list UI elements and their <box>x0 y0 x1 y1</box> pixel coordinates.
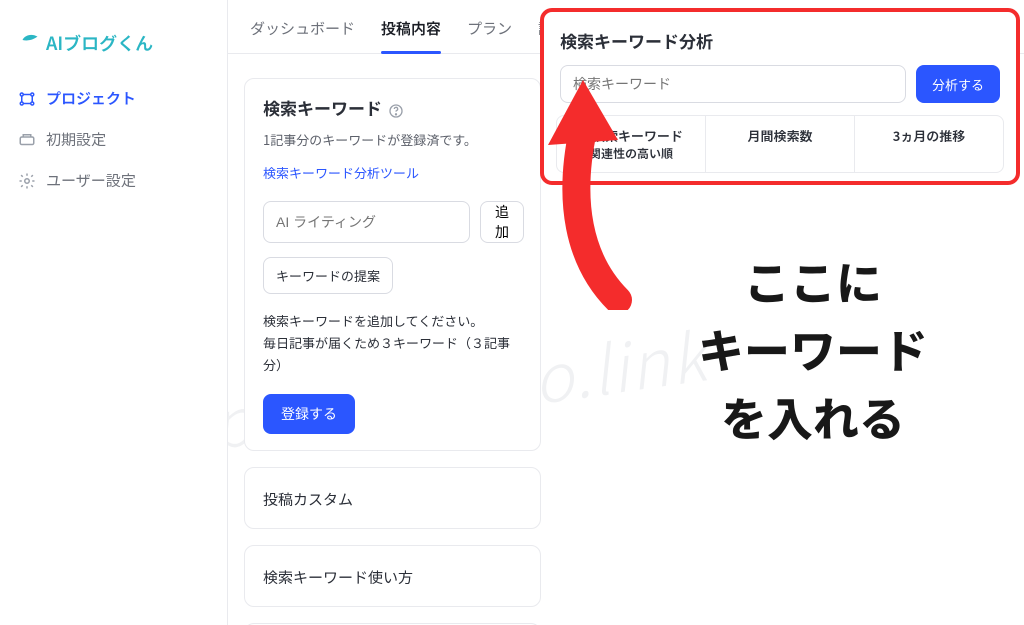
analysis-col-trend[interactable]: 3ヵ月の推移 <box>854 116 1003 172</box>
sidebar-item-label: ユーザー設定 <box>46 170 136 191</box>
col-label: ↓検索キーワード <box>579 126 683 145</box>
card-subtitle: 1記事分のキーワードが登録済です。 <box>263 130 522 149</box>
callout-line: ここに <box>618 250 1008 312</box>
analysis-table-header: ↓検索キーワード 関連性の高い順 月間検索数 3ヵ月の推移 <box>556 115 1004 173</box>
callout-text: ここに キーワード を入れる <box>618 250 1008 448</box>
gear-icon <box>18 172 36 190</box>
callout-line: キーワード <box>618 318 1008 380</box>
card-label: 検索キーワード使い方 <box>263 567 413 588</box>
post-custom-card[interactable]: 投稿カスタム <box>244 467 541 529</box>
keyword-hint: 検索キーワードを追加してください。 毎日記事が届くため３キーワード（３記事分） <box>263 310 522 376</box>
settings-slider-icon <box>18 131 36 149</box>
card-title: 検索キーワード <box>263 95 382 120</box>
sidebar-item-label: プロジェクト <box>46 88 136 109</box>
analysis-keyword-input[interactable] <box>560 65 906 103</box>
sidebar-item-user-settings[interactable]: ユーザー設定 <box>0 160 227 201</box>
project-icon <box>18 90 36 108</box>
col-sublabel: 関連性の高い順 <box>563 145 699 162</box>
analysis-col-relevance[interactable]: ↓検索キーワード 関連性の高い順 <box>557 116 705 172</box>
tab-dashboard[interactable]: ダッシュボード <box>250 18 355 53</box>
sidebar-item-initial-settings[interactable]: 初期設定 <box>0 119 227 160</box>
callout-line: を入れる <box>618 386 1008 448</box>
register-button[interactable]: 登録する <box>263 394 355 434</box>
logo-text: AIブログくん <box>46 30 153 56</box>
app-logo: AIブログくん <box>0 0 227 78</box>
hint-line: 毎日記事が届くため３キーワード（３記事分） <box>263 333 510 374</box>
main-column: 検索キーワード 1記事分のキーワードが登録済です。 検索キーワード分析ツール 追… <box>228 60 553 625</box>
search-keyword-card: 検索キーワード 1記事分のキーワードが登録済です。 検索キーワード分析ツール 追… <box>244 78 541 451</box>
analysis-tool-link[interactable]: 検索キーワード分析ツール <box>263 163 419 182</box>
analyze-button[interactable]: 分析する <box>916 65 1000 103</box>
hint-line: 検索キーワードを追加してください。 <box>263 311 483 330</box>
tab-plan[interactable]: プラン <box>467 18 512 53</box>
tab-post-content[interactable]: 投稿内容 <box>381 18 441 53</box>
suggest-keyword-chip[interactable]: キーワードの提案 <box>263 257 393 294</box>
logo-icon <box>20 30 40 56</box>
sidebar-item-label: 初期設定 <box>46 129 106 150</box>
keyword-usage-card[interactable]: 検索キーワード使い方 <box>244 545 541 607</box>
analysis-col-monthly[interactable]: 月間検索数 <box>705 116 854 172</box>
analysis-title: 検索キーワード分析 <box>560 28 1000 53</box>
sidebar-item-project[interactable]: プロジェクト <box>0 78 227 119</box>
keyword-analysis-panel: 検索キーワード分析 分析する ↓検索キーワード 関連性の高い順 月間検索数 3ヵ… <box>540 8 1020 185</box>
card-label: 投稿カスタム <box>263 489 353 510</box>
add-keyword-button[interactable]: 追加 <box>480 201 524 243</box>
help-icon[interactable] <box>388 100 404 116</box>
keyword-input[interactable] <box>263 201 470 243</box>
sidebar: AIブログくん プロジェクト 初期設定 ユーザー設定 <box>0 0 228 625</box>
